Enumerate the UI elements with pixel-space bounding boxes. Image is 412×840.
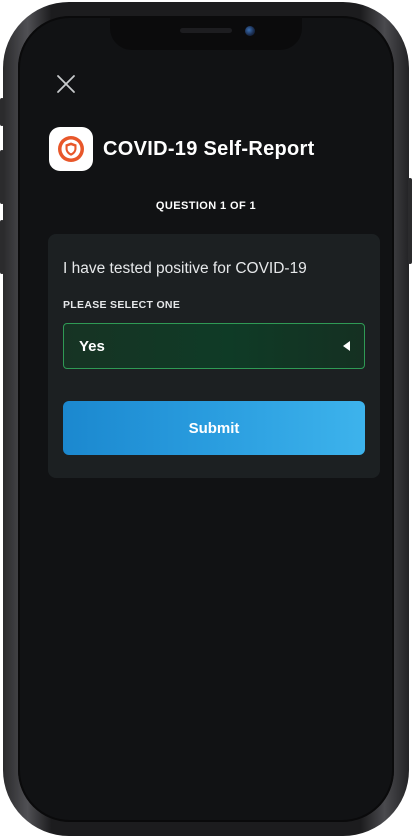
- screen: COVID-19 Self-Report QUESTION 1 OF 1 I h…: [18, 16, 394, 822]
- notch: [110, 16, 302, 50]
- caret-left-icon: [343, 341, 350, 351]
- close-icon: [57, 75, 75, 93]
- select-label: PLEASE SELECT ONE: [63, 299, 181, 311]
- volume-up-button: [0, 150, 4, 204]
- power-button: [408, 178, 412, 264]
- shield-icon: [58, 136, 84, 162]
- app-title: COVID-19 Self-Report: [103, 137, 315, 160]
- app-icon: [49, 127, 93, 171]
- question-counter: QUESTION 1 OF 1: [155, 200, 257, 212]
- close-button[interactable]: [52, 70, 80, 98]
- speaker: [180, 28, 232, 33]
- question-card: I have tested positive for COVID-19 PLEA…: [48, 234, 380, 478]
- mute-switch: [0, 98, 4, 126]
- selected-value: Yes: [79, 337, 105, 355]
- app-header: COVID-19 Self-Report: [49, 127, 315, 171]
- volume-down-button: [0, 220, 4, 274]
- front-camera: [245, 26, 255, 36]
- question-text: I have tested positive for COVID-19: [63, 260, 307, 277]
- answer-select[interactable]: Yes: [63, 323, 365, 369]
- submit-button[interactable]: Submit: [63, 401, 365, 455]
- phone-frame: COVID-19 Self-Report QUESTION 1 OF 1 I h…: [0, 2, 412, 836]
